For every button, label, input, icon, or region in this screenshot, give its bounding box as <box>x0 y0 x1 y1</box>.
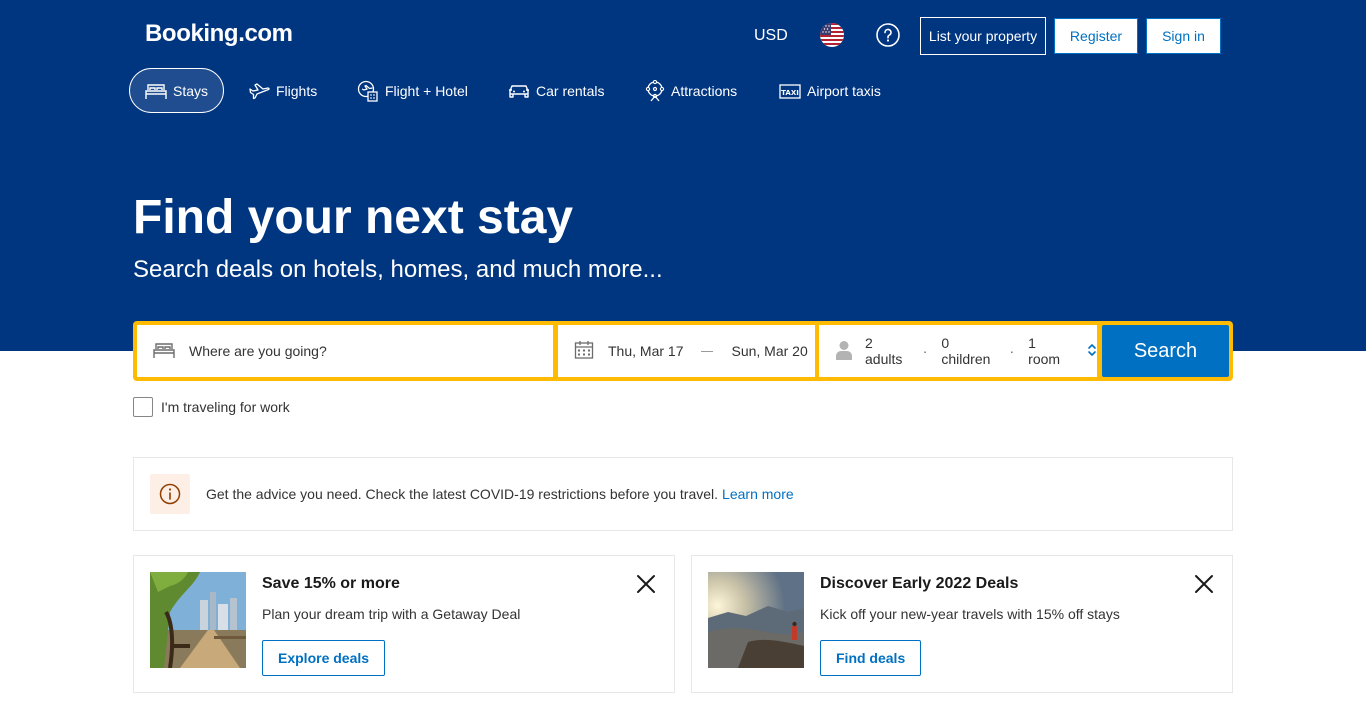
getaway-deal-card: Save 15% or more Plan your dream trip wi… <box>133 555 675 693</box>
work-travel-option[interactable]: I'm traveling for work <box>133 397 290 417</box>
tab-airport-taxis[interactable]: TAXI Airport taxis <box>779 68 881 113</box>
close-icon[interactable] <box>636 574 656 594</box>
tab-label: Flights <box>276 82 318 99</box>
bed-icon <box>153 341 175 362</box>
tab-label: Car rentals <box>536 82 605 99</box>
hero-subtitle: Search deals on hotels, homes, and much … <box>133 256 663 283</box>
car-icon <box>508 82 530 100</box>
covid-advice-banner: Get the advice you need. Check the lates… <box>133 457 1233 531</box>
explore-deals-button[interactable]: Explore deals <box>262 640 386 676</box>
adults-count: 2 adults <box>865 335 903 367</box>
children-count: 0 children <box>941 335 991 367</box>
bed-icon <box>145 82 167 100</box>
checkin-date[interactable]: Thu, Mar 17 <box>608 343 683 359</box>
learn-more-link[interactable]: Learn more <box>722 486 794 502</box>
calendar-icon <box>574 340 594 363</box>
close-icon[interactable] <box>1194 574 1214 594</box>
card-title: Save 15% or more <box>262 575 400 592</box>
help-icon[interactable] <box>876 23 900 47</box>
advice-text: Get the advice you need. Check the lates… <box>206 486 719 502</box>
chevron-updown-icon <box>1087 343 1097 360</box>
work-travel-checkbox[interactable] <box>133 397 153 417</box>
attractions-icon <box>645 79 665 102</box>
tab-attractions[interactable]: Attractions <box>645 68 737 113</box>
tab-flights[interactable]: Flights <box>248 68 317 113</box>
hero-title: Find your next stay <box>133 191 574 244</box>
flight-hotel-icon <box>357 80 379 102</box>
tab-stays[interactable]: Stays <box>129 68 225 113</box>
guests-field[interactable]: 2 adults · 0 children · 1 room <box>819 325 1097 377</box>
currency-selector[interactable]: USD <box>754 27 788 45</box>
tab-label: Attractions <box>671 82 738 99</box>
list-property-button[interactable]: List your property <box>920 17 1046 55</box>
register-button[interactable]: Register <box>1054 18 1138 54</box>
rooms-count: 1 room <box>1028 335 1061 367</box>
tab-label: Flight + Hotel <box>385 82 468 99</box>
tab-label: Airport taxis <box>807 82 881 99</box>
guest-separator: · <box>922 343 928 359</box>
booking-logo[interactable]: Booking.com <box>145 20 293 48</box>
date-range-field[interactable]: Thu, Mar 17 Sun, Mar 20 <box>558 325 815 377</box>
guest-separator: · <box>1009 343 1015 359</box>
svg-text:TAXI: TAXI <box>781 89 799 97</box>
park-path-image <box>150 572 246 668</box>
info-icon <box>150 474 190 514</box>
search-bar: Where are you going? Thu, Mar 17 Sun, Ma… <box>133 321 1233 381</box>
destination-input[interactable]: Where are you going? <box>189 343 327 359</box>
person-icon <box>835 340 853 363</box>
tab-label: Stays <box>173 82 209 99</box>
card-title: Discover Early 2022 Deals <box>820 575 1019 592</box>
sign-in-button[interactable]: Sign in <box>1146 18 1221 54</box>
plane-icon <box>248 82 270 100</box>
destination-field[interactable]: Where are you going? <box>137 325 553 377</box>
search-button[interactable]: Search <box>1102 325 1229 377</box>
checkout-date[interactable]: Sun, Mar 20 <box>731 343 807 359</box>
find-deals-button[interactable]: Find deals <box>820 640 922 676</box>
card-text: Kick off your new-year travels with 15% … <box>820 606 1120 622</box>
mountain-view-image <box>708 572 804 668</box>
tab-car-rentals[interactable]: Car rentals <box>508 68 604 113</box>
date-separator <box>701 350 714 352</box>
us-flag-icon[interactable] <box>820 23 844 47</box>
taxi-icon: TAXI <box>779 82 801 100</box>
tab-flight-hotel[interactable]: Flight + Hotel <box>357 68 468 113</box>
early-2022-deals-card: Discover Early 2022 Deals Kick off your … <box>691 555 1233 693</box>
work-travel-label: I'm traveling for work <box>161 399 290 415</box>
card-text: Plan your dream trip with a Getaway Deal <box>262 606 521 622</box>
